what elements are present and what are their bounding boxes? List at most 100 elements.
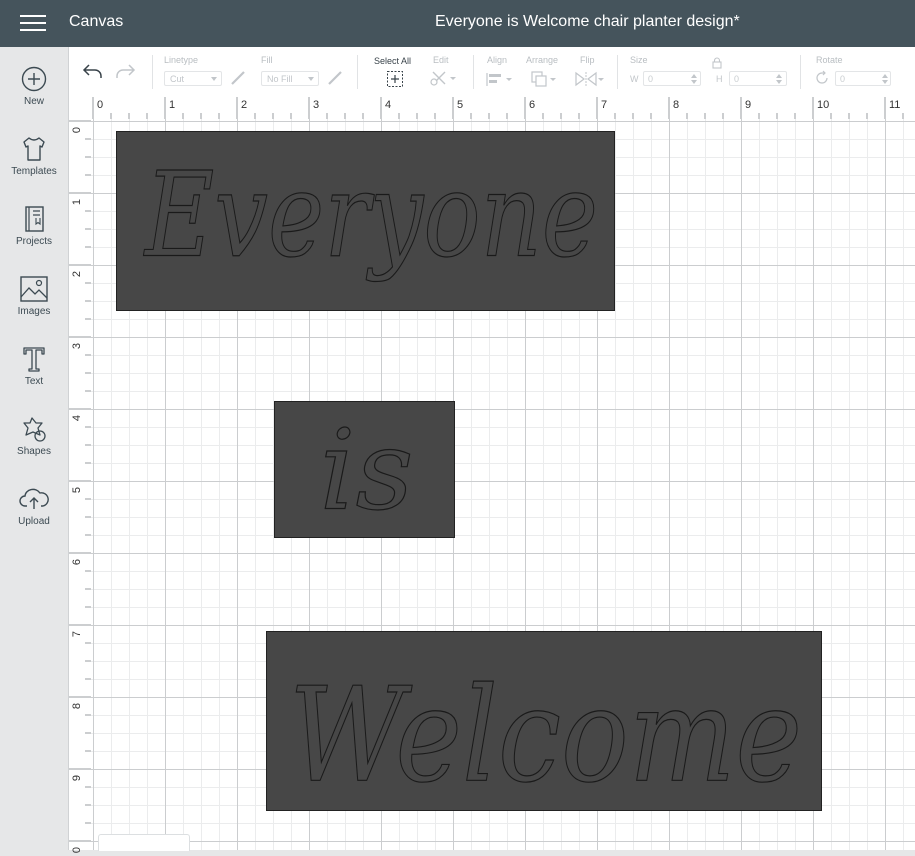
ruler-y-label: 7 (71, 630, 83, 638)
sidebar-item-shapes[interactable]: Shapes (0, 415, 68, 481)
plus-circle-icon (21, 66, 47, 92)
select-all-label: Select All (374, 56, 412, 66)
top-header: Canvas Everyone is Welcome chair planter… (0, 0, 915, 47)
shape-label-is: is (320, 407, 414, 536)
ruler-x-label: 7 (601, 99, 608, 111)
ruler-x-label: 4 (385, 99, 392, 111)
undo-icon[interactable] (82, 62, 104, 80)
ruler-y-label: 0 (71, 846, 83, 854)
ruler-x-label: 1 (169, 99, 176, 111)
toolbar-divider (800, 55, 801, 89)
sidebar-item-projects[interactable]: Projects (0, 205, 68, 271)
edit-tools-icon[interactable] (429, 69, 457, 87)
lock-icon[interactable] (711, 57, 723, 69)
rotate-label: Rotate (816, 55, 843, 65)
sidebar-item-label: Upload (18, 516, 50, 527)
sidebar-item-label: Projects (15, 236, 53, 247)
ruler-y-label: 5 (71, 486, 83, 494)
sidebar-item-label: Templates (11, 166, 57, 177)
linetype-label: Linetype (164, 55, 199, 65)
sidebar-item-text[interactable]: Text (0, 345, 68, 411)
fill-select[interactable]: No Fill (261, 71, 319, 86)
ruler-y-label: 0 (71, 126, 83, 134)
shape-text-outline: Welcome (288, 658, 802, 810)
design-canvas[interactable]: Everyone is Welcome (91, 119, 915, 850)
fill-value: No Fill (267, 74, 293, 84)
align-label: Align (487, 55, 508, 65)
fill-color-icon[interactable] (326, 69, 344, 87)
ruler-x-label: 3 (313, 99, 320, 111)
ruler-y-label: 9 (71, 774, 83, 782)
cloud-upload-icon (19, 488, 49, 509)
sidebar-item-templates[interactable]: Templates (0, 135, 68, 201)
edit-label: Edit (433, 55, 449, 65)
ruler-x-label: 9 (745, 99, 752, 111)
ruler-x-label: 2 (241, 99, 248, 111)
sidebar-item-label: Images (17, 306, 51, 317)
rotate-stepper-icon[interactable] (881, 73, 889, 85)
ruler-x-label: 6 (529, 99, 536, 111)
size-label: Size (630, 55, 648, 65)
rotate-value: 0 (840, 74, 846, 84)
ruler-x-label: 11 (889, 99, 901, 111)
text-shape-welcome[interactable]: Welcome (266, 631, 822, 811)
toolbar-divider (473, 55, 474, 89)
flip-label: Flip (580, 55, 595, 65)
ruler-y-label: 6 (71, 558, 83, 566)
width-label: W (630, 74, 639, 84)
height-label: H (716, 74, 723, 84)
sidebar-item-label: Shapes (17, 446, 51, 457)
horizontal-ruler: 0 1 2 3 4 5 6 7 8 9 10 11 (69, 97, 915, 120)
height-stepper-icon[interactable] (775, 73, 783, 85)
toolbar-divider (152, 55, 153, 89)
ruler-x-label: 8 (673, 99, 680, 111)
sidebar-item-upload[interactable]: Upload (0, 485, 68, 551)
ruler-x-label: 5 (457, 99, 464, 111)
rotate-icon (816, 70, 828, 84)
text-shape-everyone[interactable]: Everyone (116, 131, 615, 311)
sidebar-item-label: New (23, 96, 44, 107)
zoom-control[interactable] (98, 834, 190, 851)
sidebar-item-label: Text (24, 376, 44, 387)
shape-text-outline: Everyone (143, 146, 599, 284)
text-shape-is[interactable]: is (274, 401, 455, 538)
shape-text-outline: is (319, 406, 414, 536)
shapes-icon (23, 417, 46, 442)
linetype-value: Cut (170, 74, 185, 84)
app-title: Canvas (69, 13, 124, 30)
sidebar-item-images[interactable]: Images (0, 275, 68, 341)
ruler-x-label: 0 (97, 99, 104, 111)
width-value: 0 (648, 74, 654, 84)
left-sidebar: New Templates Projects Images Text Shape… (0, 47, 69, 850)
height-value: 0 (734, 74, 740, 84)
ruler-y-label: 2 (71, 270, 83, 278)
hamburger-menu-icon[interactable] (20, 13, 46, 33)
ruler-y-label: 4 (71, 414, 83, 422)
text-t-icon (23, 347, 45, 372)
ruler-y-label: 8 (71, 702, 83, 710)
width-stepper-icon[interactable] (690, 73, 698, 85)
fill-label: Fill (261, 55, 273, 65)
document-title[interactable]: Everyone is Welcome chair planter design… (435, 13, 740, 31)
image-icon (20, 276, 48, 302)
toolbar-divider (357, 55, 358, 89)
tshirt-icon (23, 137, 45, 161)
sidebar-item-new[interactable]: New (0, 65, 68, 131)
align-icon[interactable] (485, 71, 513, 87)
shape-label-welcome: Welcome (289, 659, 802, 810)
redo-icon[interactable] (114, 62, 136, 80)
notebook-icon (25, 206, 44, 232)
linetype-select[interactable]: Cut (164, 71, 222, 86)
toolbar-divider (617, 55, 618, 89)
vertical-ruler: 0 1 2 3 4 5 6 7 8 9 0 (69, 119, 92, 853)
arrange-icon[interactable] (530, 70, 558, 88)
edit-toolbar: Linetype Cut Fill No Fill Select All Edi… (69, 47, 915, 98)
shape-label-everyone: Everyone (143, 147, 598, 284)
arrange-label: Arrange (526, 55, 559, 65)
select-all-icon[interactable] (386, 70, 404, 88)
ruler-ticks-x (92, 97, 904, 119)
linetype-color-icon[interactable] (229, 69, 247, 87)
ruler-x-label: 10 (817, 99, 830, 111)
flip-icon[interactable] (574, 70, 604, 88)
ruler-y-label: 3 (71, 342, 83, 350)
